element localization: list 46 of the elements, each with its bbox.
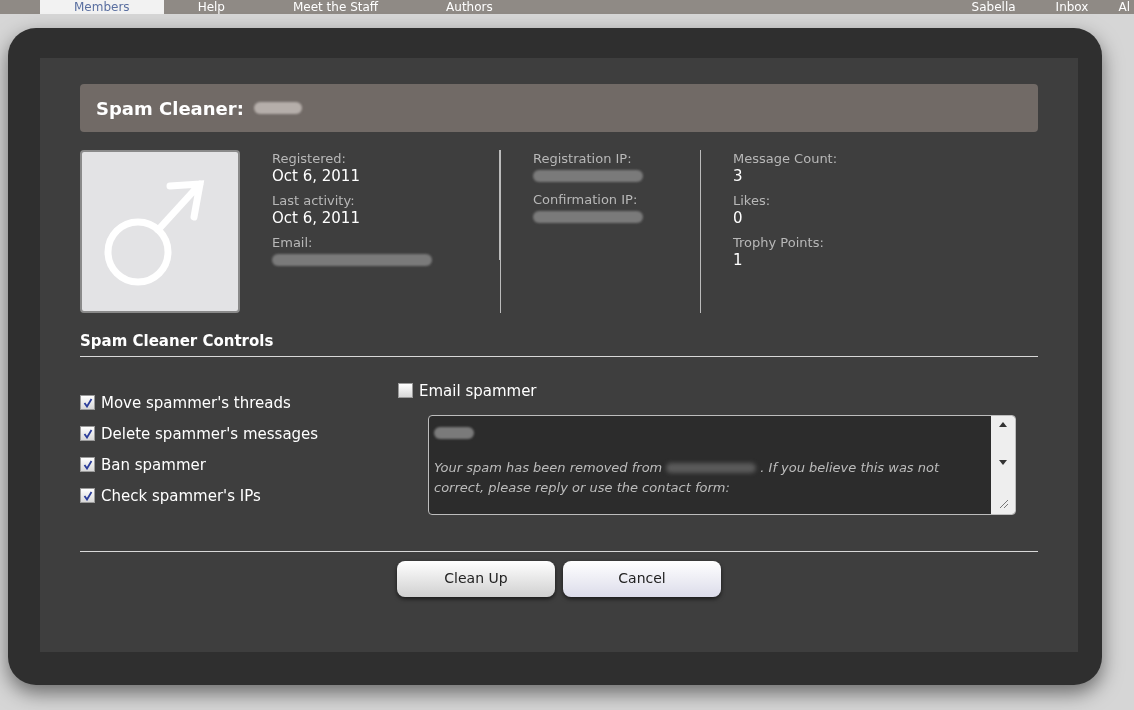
option-label: Delete spammer's messages	[101, 423, 319, 444]
stat-label: Email:	[272, 234, 314, 251]
stat-label: Last activity:	[272, 192, 356, 209]
stat-label: Registration IP:	[533, 150, 633, 167]
option-label: Ban spammer	[101, 454, 206, 475]
stat-value: 3	[733, 167, 744, 186]
scrollbar[interactable]	[991, 415, 1015, 514]
checkmark-icon	[82, 397, 93, 408]
redacted-text	[434, 426, 474, 439]
email-message-text: Your spam has been removed from . If you believe this was not correct, please reply or use the contact form:	[434, 458, 941, 497]
clean-up-button[interactable]: Clean Up	[397, 560, 555, 597]
stat-label: Registered:	[272, 150, 347, 167]
stat-value: 1	[733, 251, 744, 270]
checkbox[interactable]	[80, 488, 95, 503]
checkbox[interactable]	[398, 383, 413, 398]
nav-tab[interactable]: Meet the Staff	[259, 0, 413, 14]
dialog-title: Spam Cleaner:	[96, 96, 244, 121]
checkbox[interactable]	[80, 426, 95, 441]
checkmark-icon	[82, 428, 93, 439]
nav-tab[interactable]: Members	[40, 0, 164, 14]
cancel-button[interactable]: Cancel	[563, 560, 721, 597]
resize-grip-icon[interactable]	[998, 497, 1008, 508]
checkmark-icon	[82, 490, 93, 501]
stat-label: Trophy Points:	[733, 234, 825, 251]
user-menu[interactable]: Sabella	[971, 1, 1016, 13]
down-arrow-icon[interactable]	[999, 459, 1007, 465]
stat-label: Likes:	[733, 192, 772, 209]
stat-label: Confirmation IP:	[533, 191, 639, 208]
stat-value: 0	[733, 209, 744, 228]
inbox-link[interactable]: Inbox	[1055, 1, 1089, 13]
up-arrow-icon[interactable]	[999, 421, 1007, 427]
checkbox[interactable]	[80, 457, 95, 472]
stat-value: Oct 6, 2011	[272, 167, 361, 186]
option-label: Move spammer's threads	[101, 392, 291, 413]
nav-link[interactable]: Al	[1118, 1, 1130, 13]
option-label: Check spammer's IPs	[101, 485, 261, 506]
checkbox[interactable]	[80, 395, 95, 410]
section-heading: Spam Cleaner Controls	[80, 330, 1038, 357]
stat-label: Message Count:	[733, 150, 839, 167]
checkmark-icon	[82, 459, 93, 470]
nav-tab[interactable]: Help	[163, 0, 259, 14]
stat-value: Oct 6, 2011	[272, 209, 361, 228]
redacted-text	[253, 102, 302, 114]
nav-tab[interactable]: Authors	[412, 0, 527, 14]
email-message-field[interactable]: Your spam has been removed from . If you believe this was not correct, please reply or use the contact form:	[428, 414, 1016, 515]
option-label: Email spammer	[419, 380, 537, 401]
